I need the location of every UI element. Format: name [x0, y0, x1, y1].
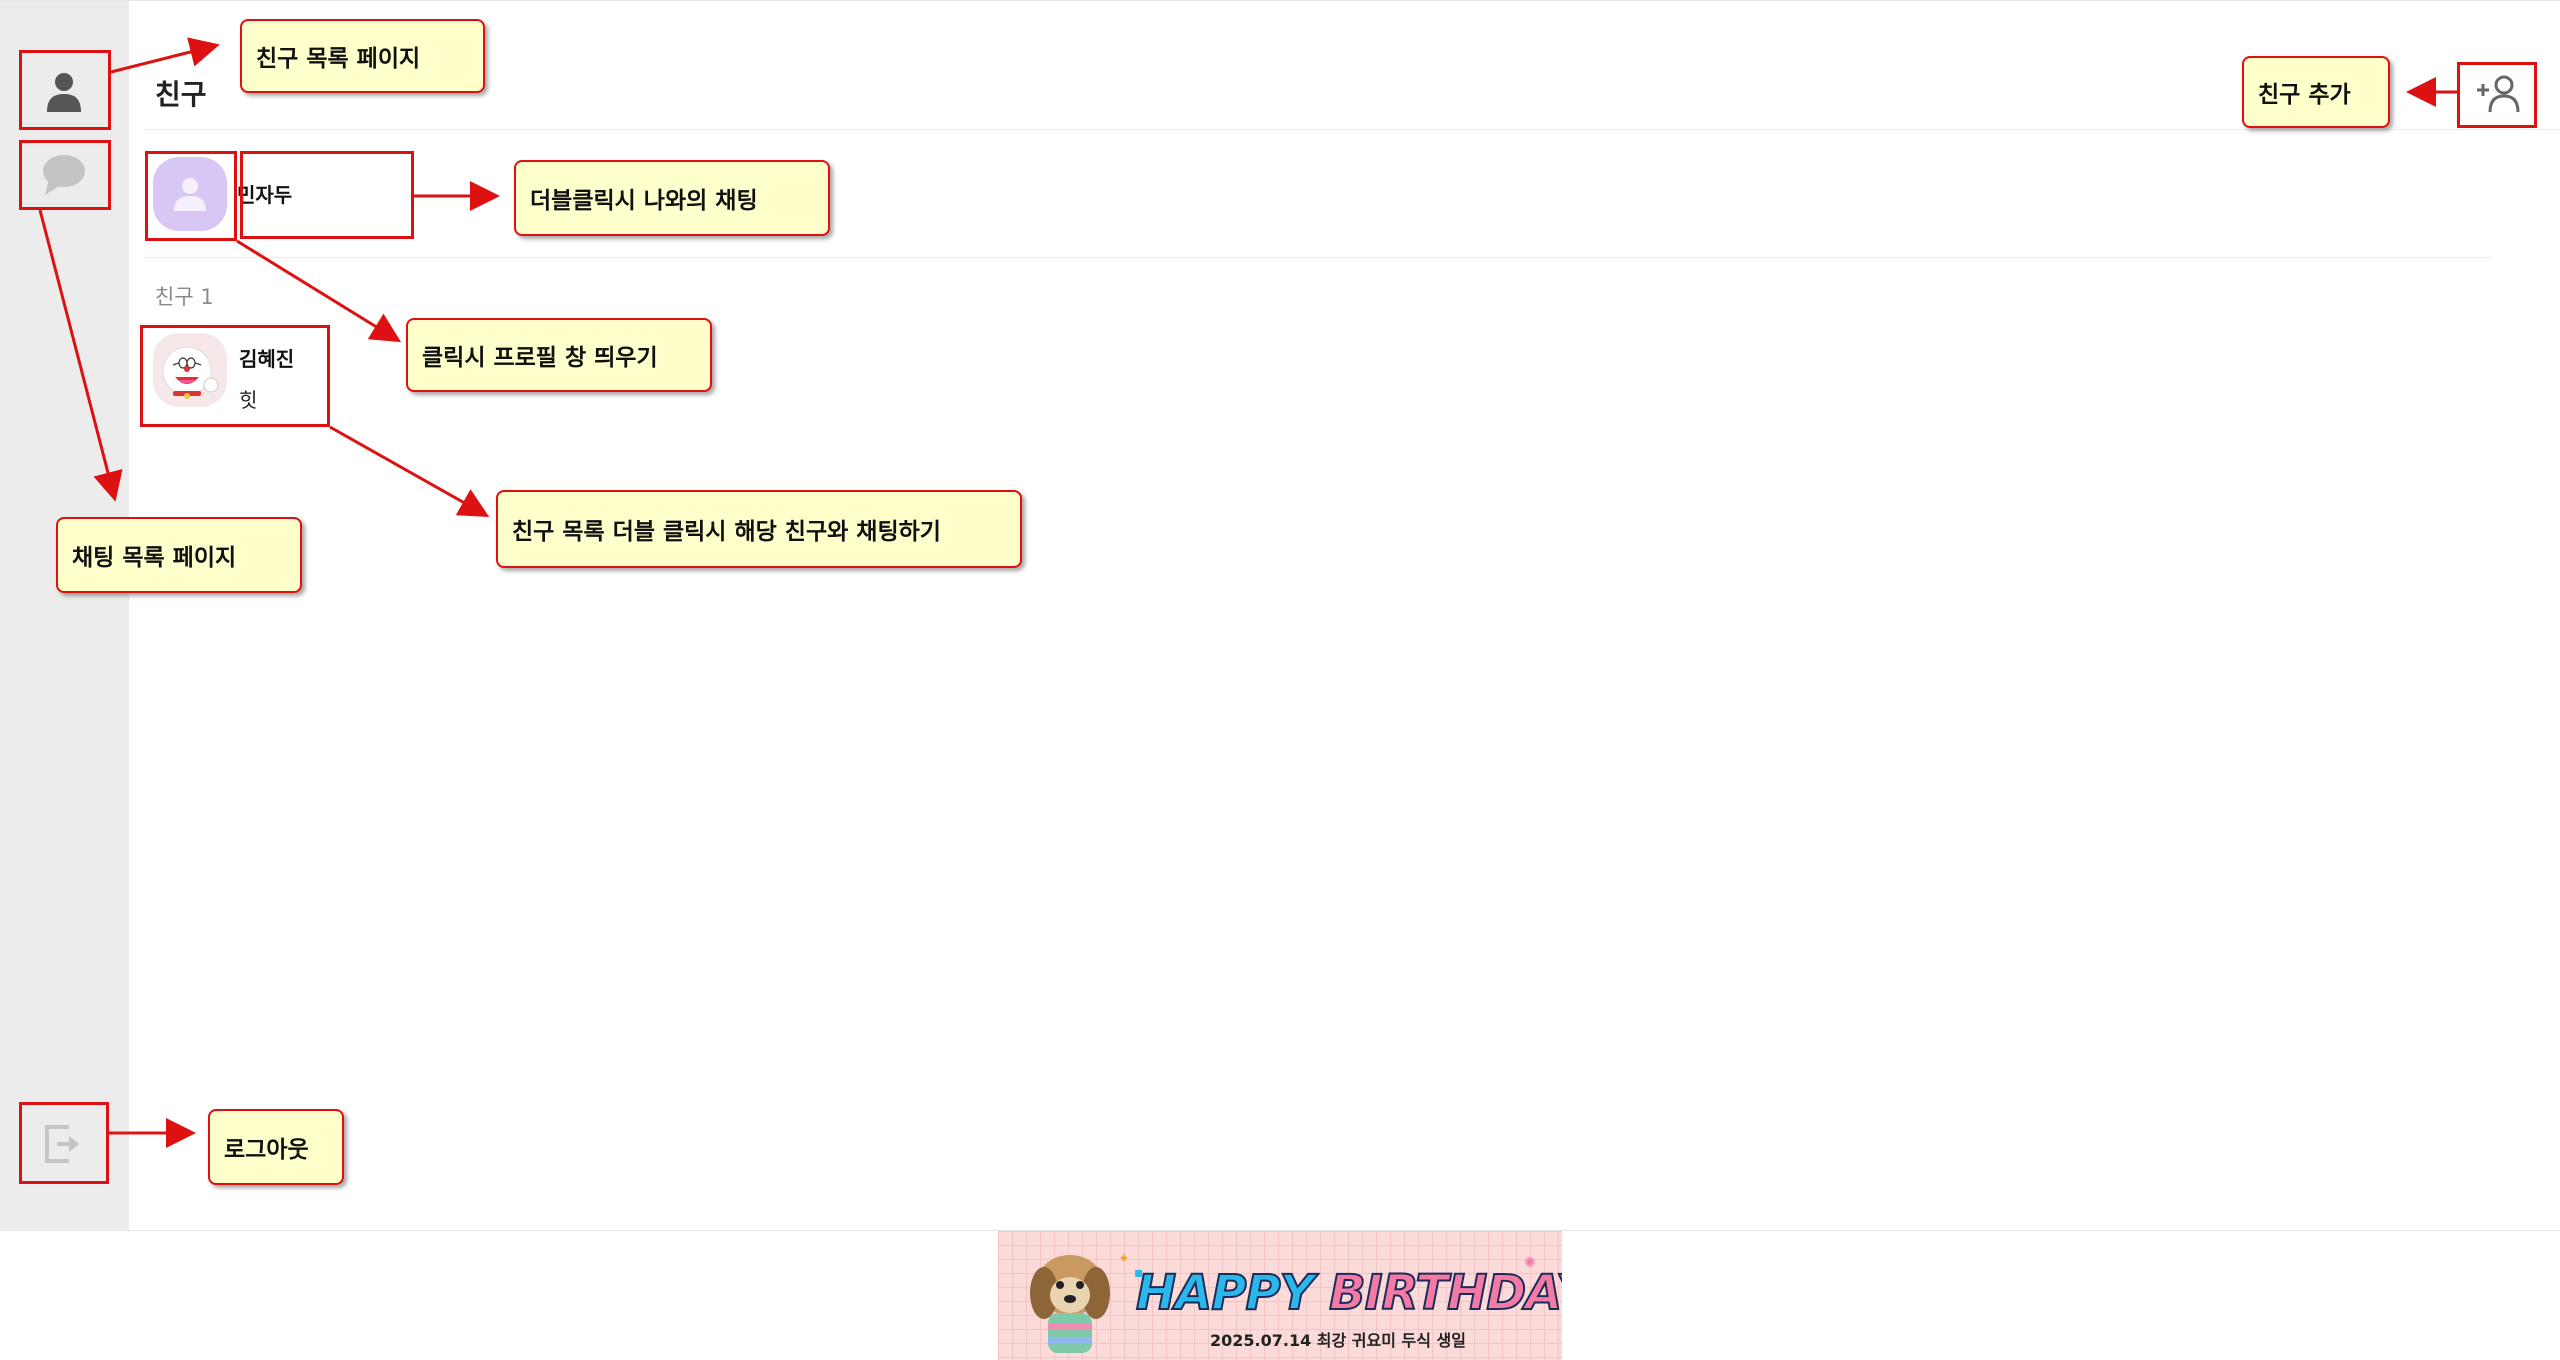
highlight-my-name [240, 151, 414, 239]
annotation-profile: 클릭시 프로필 창 띄우기 [406, 318, 712, 392]
highlight-friend-row [140, 325, 330, 427]
annotation-logout: 로그아웃 [208, 1109, 344, 1185]
friends-page: 친구 민자두 친구 1 김혜진 힛 [129, 1, 2560, 1231]
highlight-my-avatar [145, 151, 237, 241]
page-title: 친구 [155, 78, 207, 111]
highlight-logout [19, 1102, 109, 1184]
confetti-decoration: ✦ [1118, 1251, 1130, 1267]
annotation-friend-chat: 친구 목록 더블 클릭시 해당 친구와 채팅하기 [496, 490, 1022, 568]
highlight-chats-tab [19, 140, 111, 210]
annotation-add-friend: 친구 추가 [2242, 56, 2390, 128]
highlight-friends-tab [19, 50, 111, 130]
friends-count-label: 친구 1 [155, 285, 214, 309]
highlight-add-friend [2457, 62, 2537, 128]
annotation-self-chat: 더블클릭시 나와의 채팅 [514, 160, 830, 236]
birthday-banner: ✦ ▪ ✺ ◆ HAPPY BIRTHDAY 2025.07.14 최강 귀요미… [998, 1231, 1562, 1360]
banner-headline: HAPPY BIRTHDAY [1135, 1264, 1562, 1322]
profile-divider [143, 257, 2492, 258]
footer-banner-area: ✦ ▪ ✺ ◆ HAPPY BIRTHDAY 2025.07.14 최강 귀요미… [0, 1230, 2560, 1360]
dog-photo-image [1030, 1255, 1110, 1353]
banner-headline-birthday: BIRTHDAY [1328, 1264, 1562, 1322]
annotation-chat-list: 채팅 목록 페이지 [56, 517, 302, 593]
header-divider [143, 129, 2560, 130]
banner-headline-happy: HAPPY [1135, 1264, 1315, 1322]
banner-subtitle: 2025.07.14 최강 귀요미 두식 생일 [1210, 1331, 1466, 1350]
annotation-friends-page: 친구 목록 페이지 [240, 19, 485, 93]
